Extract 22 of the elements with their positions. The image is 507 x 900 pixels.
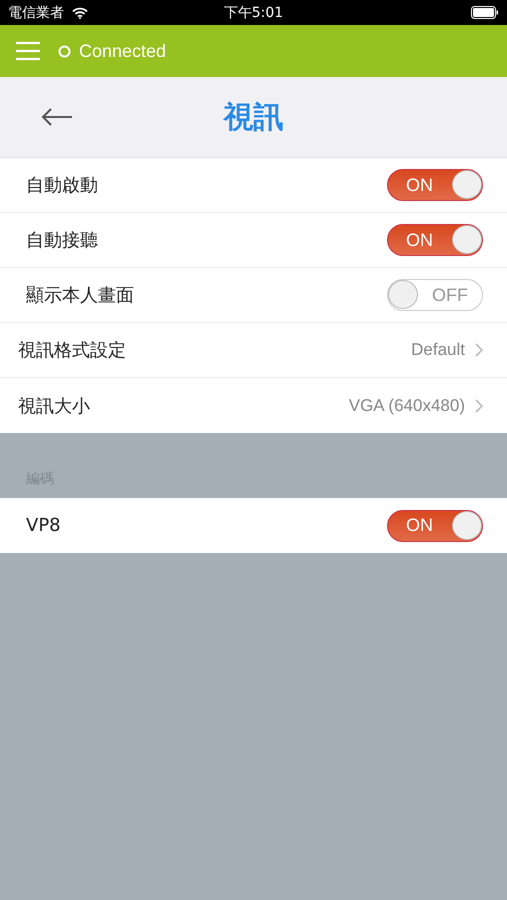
setting-value: Default <box>411 340 465 360</box>
setting-label: 自動接聽 <box>26 229 98 252</box>
setting-label: 自動啟動 <box>26 174 98 197</box>
setting-label: VP8 <box>26 515 61 536</box>
wifi-icon <box>72 6 88 18</box>
toggle-switch[interactable]: ON <box>387 169 483 201</box>
back-arrow-icon[interactable] <box>41 108 73 126</box>
toggle-switch[interactable]: ON <box>387 510 483 542</box>
battery-icon <box>471 6 499 19</box>
toggle-switch[interactable]: ON <box>387 224 483 256</box>
connection-status: Connected <box>79 40 166 62</box>
setting-label[interactable]: 視訊格式設定 <box>18 338 126 362</box>
chevron-right-icon <box>475 398 483 412</box>
page-title: 視訊 <box>224 98 284 136</box>
toggle-switch[interactable]: OFF <box>387 279 483 311</box>
status-ring-icon <box>58 44 71 58</box>
chevron-right-icon <box>475 343 483 357</box>
setting-value: VGA (640x480) <box>348 396 465 416</box>
setting-label: 顯示本人畫面 <box>26 284 134 307</box>
setting-label[interactable]: 視訊大小 <box>18 394 90 418</box>
carrier-name: 電信業者 <box>8 4 64 22</box>
status-time: 下午5:01 <box>224 4 284 22</box>
